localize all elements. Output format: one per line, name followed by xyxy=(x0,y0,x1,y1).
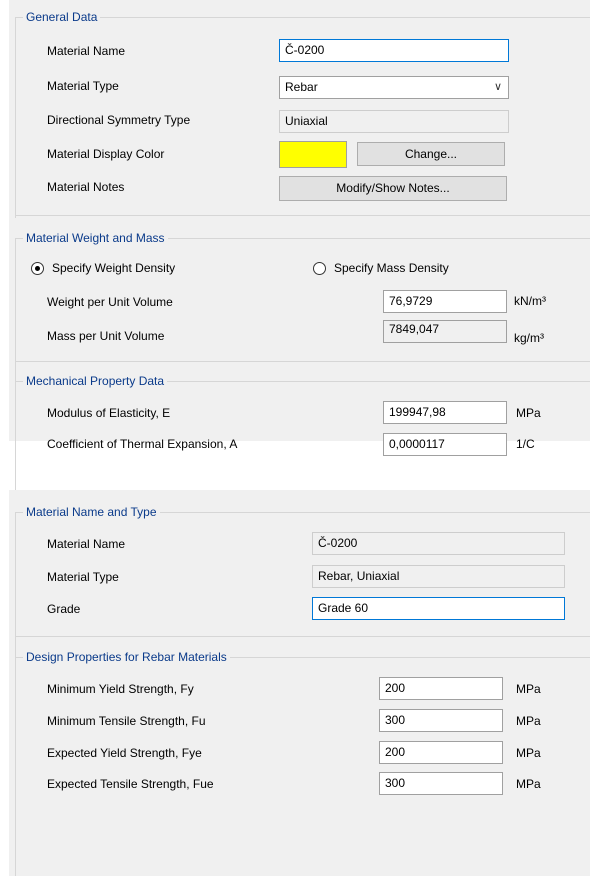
mass-per-volume-label: Mass per Unit Volume xyxy=(47,329,165,343)
weight-density-radio[interactable] xyxy=(31,262,44,275)
mechanical-property-group: Mechanical Property Data xyxy=(15,373,590,582)
group-title: Material Name and Type xyxy=(23,504,160,520)
weight-mass-group: Material Weight and Mass xyxy=(15,230,590,439)
expected-yield-strength-input[interactable]: 200 xyxy=(379,741,503,764)
weight-density-label: Specify Weight Density xyxy=(52,261,176,275)
grade-input[interactable]: Grade 60 xyxy=(312,597,565,620)
expected-tensile-strength-input[interactable]: 300 xyxy=(379,772,503,795)
modulus-input[interactable]: 199947,98 xyxy=(383,401,507,424)
general-data-group: General Data xyxy=(15,9,590,218)
material-name-field: Č-0200 xyxy=(312,532,565,555)
modulus-unit: MPa xyxy=(516,406,541,420)
weight-per-volume-input[interactable]: 76,9729 xyxy=(383,290,507,313)
design-row-unit: MPa xyxy=(516,777,541,791)
min-yield-strength-input[interactable]: 200 xyxy=(379,677,503,700)
mass-density-label: Specify Mass Density xyxy=(334,261,449,275)
name-type-group: Material Name and Type xyxy=(15,504,590,713)
display-color-label: Material Display Color xyxy=(47,147,165,161)
material-type-label: Material Type xyxy=(47,570,119,584)
radio-dot xyxy=(35,266,40,271)
group-title: Mechanical Property Data xyxy=(23,373,168,389)
design-row-label: Expected Yield Strength, Fye xyxy=(47,746,202,760)
modify-notes-button[interactable]: Modify/Show Notes... xyxy=(279,176,507,201)
min-tensile-strength-input[interactable]: 300 xyxy=(379,709,503,732)
design-row-label: Minimum Yield Strength, Fy xyxy=(47,682,194,696)
group-title: Design Properties for Rebar Materials xyxy=(23,649,230,665)
change-color-button[interactable]: Change... xyxy=(357,142,505,166)
material-notes-label: Material Notes xyxy=(47,180,125,194)
design-row-unit: MPa xyxy=(516,746,541,760)
design-properties-group: Design Properties for Rebar Materials xyxy=(15,649,590,858)
symmetry-field: Uniaxial xyxy=(279,110,509,133)
design-row-label: Minimum Tensile Strength, Fu xyxy=(47,714,206,728)
design-row-unit: MPa xyxy=(516,714,541,728)
weight-per-volume-label: Weight per Unit Volume xyxy=(47,295,173,309)
thermal-unit: 1/C xyxy=(516,437,535,451)
material-type-select[interactable]: Rebar ∨ xyxy=(279,76,509,99)
material-type-value: Rebar xyxy=(285,80,318,94)
mass-density-radio[interactable] xyxy=(313,262,326,275)
rebar-design-panel: Material Name and Type Material Name Č-0… xyxy=(9,490,590,876)
modulus-label: Modulus of Elasticity, E xyxy=(47,406,171,420)
material-type-label: Material Type xyxy=(47,79,119,93)
chevron-down-icon: ∨ xyxy=(493,81,502,93)
material-type-field: Rebar, Uniaxial xyxy=(312,565,565,588)
weight-unit: kN/m³ xyxy=(514,294,546,308)
thermal-label: Coefficient of Thermal Expansion, A xyxy=(47,437,238,451)
mass-per-volume-field: 7849,047 xyxy=(383,320,507,343)
mass-unit: kg/m³ xyxy=(514,331,544,345)
material-property-panel: General Data Material Name Č-0200 Materi… xyxy=(9,0,590,582)
design-row-unit: MPa xyxy=(516,682,541,696)
design-row-label: Expected Tensile Strength, Fue xyxy=(47,777,214,791)
group-title: General Data xyxy=(23,9,101,25)
grade-label: Grade xyxy=(47,602,81,616)
thermal-input[interactable]: 0,0000117 xyxy=(383,433,507,456)
material-name-input[interactable]: Č-0200 xyxy=(279,39,509,62)
color-swatch xyxy=(279,141,347,168)
group-title: Material Weight and Mass xyxy=(23,230,168,246)
symmetry-label: Directional Symmetry Type xyxy=(47,113,191,127)
material-name-label: Material Name xyxy=(47,44,126,58)
material-name-label: Material Name xyxy=(47,537,126,551)
